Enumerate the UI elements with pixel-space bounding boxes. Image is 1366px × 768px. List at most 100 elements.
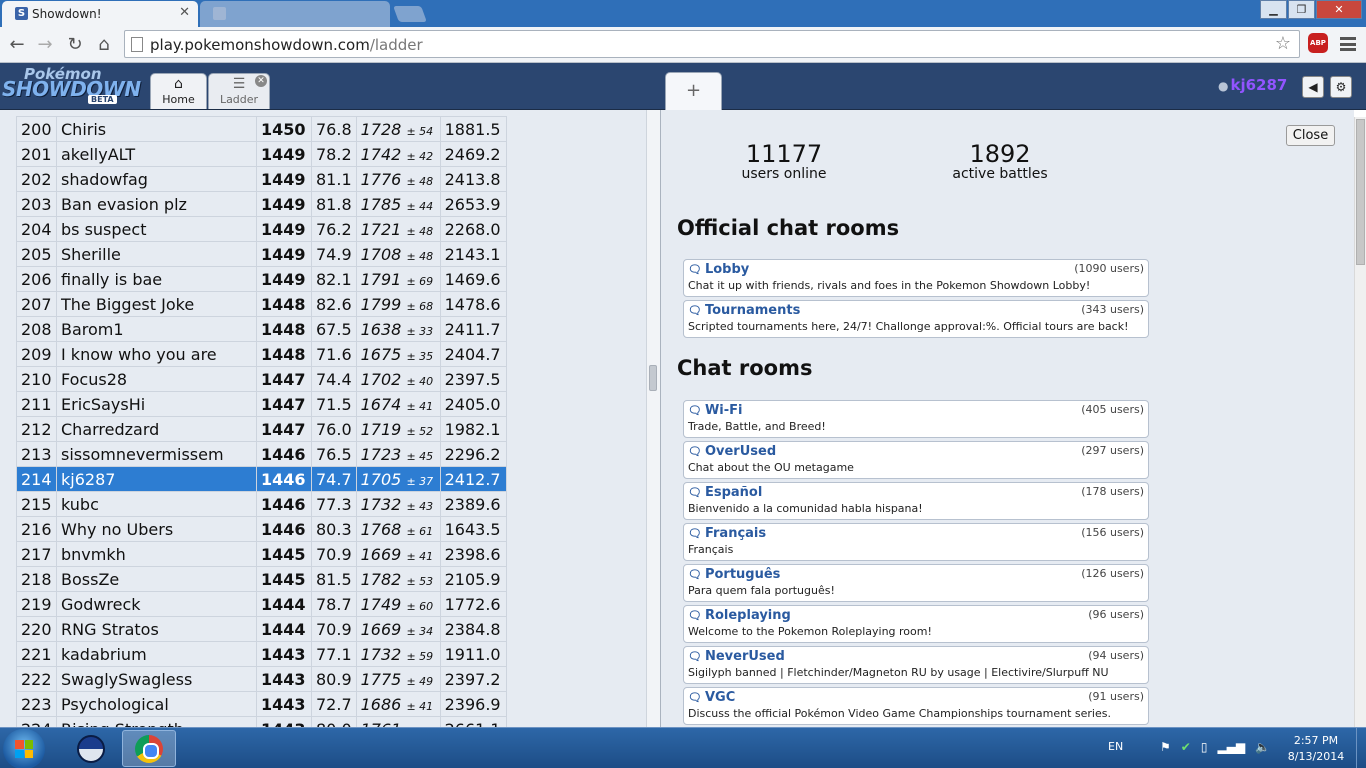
close-tab-icon[interactable]: ✕ bbox=[179, 5, 190, 20]
url-text[interactable]: play.pokemonshowdown.com/ladder bbox=[150, 36, 423, 54]
taskbar-pokeball-app[interactable] bbox=[64, 730, 118, 767]
ladder-row[interactable]: 214 kj6287 1446 74.7 1705 ± 37 2412.7 bbox=[16, 466, 507, 492]
user-button[interactable]: ● kj6287 bbox=[1218, 76, 1287, 94]
scrollbar-thumb[interactable] bbox=[1356, 119, 1365, 265]
player-name-cell[interactable]: BossZe bbox=[56, 566, 257, 592]
ladder-row[interactable]: 213 sissomnevermissem 1446 76.5 1723 ± 45 229… bbox=[16, 441, 507, 467]
tab-ladder[interactable]: ☰ Ladder ✕ bbox=[208, 73, 270, 109]
ladder-row[interactable]: 208 Barom1 1448 67.5 1638 ± 33 2411.7 bbox=[16, 316, 507, 342]
bookmark-star-icon[interactable]: ☆ bbox=[1275, 33, 1291, 54]
chat-room-vgc[interactable]: 🗨 VGC (91 users) Discuss the official Pokém… bbox=[683, 687, 1149, 725]
chat-room-roleplaying[interactable]: 🗨 Roleplaying (96 users) Welcome to the Pok… bbox=[683, 605, 1149, 643]
room-name[interactable]: 🗨 NeverUsed bbox=[688, 649, 785, 664]
room-name[interactable]: 🗨 VGC bbox=[688, 690, 735, 705]
ladder-row[interactable]: 212 Charredzard 1447 76.0 1719 ± 52 1982.1 bbox=[16, 416, 507, 442]
start-button[interactable] bbox=[3, 729, 45, 768]
forward-arrow-icon[interactable]: → bbox=[33, 33, 57, 57]
player-name-cell[interactable]: Chiris bbox=[56, 116, 257, 142]
ladder-row[interactable]: 220 RNG Stratos 1444 70.9 1669 ± 34 2384.8 bbox=[16, 616, 507, 642]
ladder-row[interactable]: 201 akellyALT 1449 78.2 1742 ± 42 2469.2 bbox=[16, 141, 507, 167]
ladder-row[interactable]: 218 BossZe 1445 81.5 1782 ± 53 2105.9 bbox=[16, 566, 507, 592]
chat-room-espa-ol[interactable]: 🗨 Español (178 users) Bienvenido a la comun… bbox=[683, 482, 1149, 520]
player-name-cell[interactable]: SwaglySwagless bbox=[56, 666, 257, 692]
new-room-tab-button[interactable]: + bbox=[665, 72, 722, 110]
player-name-cell[interactable]: Godwreck bbox=[56, 591, 257, 617]
taskbar-chrome-app[interactable] bbox=[122, 730, 176, 767]
player-name-cell[interactable]: kj6287 bbox=[56, 466, 257, 492]
main-scrollbar[interactable] bbox=[1354, 117, 1366, 727]
reload-icon[interactable]: ↻ bbox=[63, 33, 87, 57]
player-name-cell[interactable]: Ban evasion plz bbox=[56, 191, 257, 217]
close-tab-icon[interactable]: ✕ bbox=[255, 75, 267, 87]
ladder-row[interactable]: 219 Godwreck 1444 78.7 1749 ± 60 1772.6 bbox=[16, 591, 507, 617]
player-name-cell[interactable]: The Biggest Joke bbox=[56, 291, 257, 317]
chat-room-wi-fi[interactable]: 🗨 Wi-Fi (405 users) Trade, Battle, and Bree… bbox=[683, 400, 1149, 438]
window-close-icon[interactable]: ✕ bbox=[1316, 0, 1362, 19]
player-name-cell[interactable]: finally is bae bbox=[56, 266, 257, 292]
ladder-row[interactable]: 223 Psychological 1443 72.7 1686 ± 41 2396.9 bbox=[16, 691, 507, 717]
player-name-cell[interactable]: shadowfag bbox=[56, 166, 257, 192]
player-name-cell[interactable]: Barom1 bbox=[56, 316, 257, 342]
ladder-row[interactable]: 210 Focus28 1447 74.4 1702 ± 40 2397.5 bbox=[16, 366, 507, 392]
room-name[interactable]: 🗨 Lobby bbox=[688, 262, 749, 277]
player-name-cell[interactable]: bs suspect bbox=[56, 216, 257, 242]
ladder-row[interactable]: 206 finally is bae 1449 82.1 1791 ± 69 1469.6 bbox=[16, 266, 507, 292]
ladder-row[interactable]: 207 The Biggest Joke 1448 82.6 1799 ± 68 1478… bbox=[16, 291, 507, 317]
ladder-row[interactable]: 216 Why no Ubers 1446 80.3 1768 ± 61 1643.5 bbox=[16, 516, 507, 542]
ladder-row[interactable]: 222 SwaglySwagless 1443 80.9 1775 ± 49 2397.2 bbox=[16, 666, 507, 692]
clock[interactable]: 2:57 PM 8/13/2014 bbox=[1280, 733, 1352, 765]
address-bar[interactable]: play.pokemonshowdown.com/ladder ☆ bbox=[124, 30, 1300, 58]
ladder-row[interactable]: 203 Ban evasion plz 1449 81.8 1785 ± 44 2653.… bbox=[16, 191, 507, 217]
volume-icon[interactable]: 🔈 bbox=[1255, 740, 1270, 754]
ladder-row[interactable]: 217 bnvmkh 1445 70.9 1669 ± 41 2398.6 bbox=[16, 541, 507, 567]
room-name[interactable]: 🗨 Español bbox=[688, 485, 762, 500]
checkmark-icon[interactable]: ✔ bbox=[1181, 740, 1191, 754]
tab-home[interactable]: ⌂ Home bbox=[150, 73, 207, 109]
room-name[interactable]: 🗨 Wi-Fi bbox=[688, 403, 743, 418]
device-icon[interactable]: ▯ bbox=[1201, 740, 1208, 754]
room-name[interactable]: 🗨 OverUsed bbox=[688, 444, 776, 459]
player-name-cell[interactable]: Charredzard bbox=[56, 416, 257, 442]
player-name-cell[interactable]: Psychological bbox=[56, 691, 257, 717]
back-arrow-icon[interactable]: ← bbox=[5, 33, 29, 57]
player-name-cell[interactable]: Focus28 bbox=[56, 366, 257, 392]
room-name[interactable]: 🗨 Français bbox=[688, 526, 766, 541]
scrollbar-thumb[interactable] bbox=[649, 365, 657, 391]
close-button[interactable]: Close bbox=[1286, 125, 1335, 146]
ladder-row[interactable]: 209 I know who you are 1448 71.6 1675 ± 35 24… bbox=[16, 341, 507, 367]
player-name-cell[interactable]: Rising Strength bbox=[56, 716, 257, 727]
signal-icon[interactable]: ▂▄▆ bbox=[1217, 740, 1245, 754]
player-name-cell[interactable]: akellyALT bbox=[56, 141, 257, 167]
minimize-icon[interactable]: ▁ bbox=[1260, 0, 1287, 19]
chrome-menu-icon[interactable] bbox=[1340, 37, 1356, 51]
ladder-row[interactable]: 224Rising Strength144380.01761 ± 352661.… bbox=[16, 716, 507, 727]
chat-room-overused[interactable]: 🗨 OverUsed (297 users) Chat about the OU me… bbox=[683, 441, 1149, 479]
home-icon[interactable]: ⌂ bbox=[92, 33, 116, 57]
adblock-icon[interactable]: ABP bbox=[1308, 33, 1328, 53]
ladder-row[interactable]: 221 kadabrium 1443 77.1 1732 ± 59 1911.0 bbox=[16, 641, 507, 667]
player-name-cell[interactable]: bnvmkh bbox=[56, 541, 257, 567]
new-tab-button[interactable] bbox=[393, 6, 427, 22]
browser-tab-showdown[interactable]: S Showdown! ✕ bbox=[2, 1, 198, 27]
player-name-cell[interactable]: EricSaysHi bbox=[56, 391, 257, 417]
pane-scrollbar[interactable] bbox=[646, 110, 660, 727]
flag-icon[interactable]: ⚑ bbox=[1160, 740, 1171, 754]
browser-tab-background[interactable] bbox=[200, 1, 390, 27]
player-name-cell[interactable]: kadabrium bbox=[56, 641, 257, 667]
player-name-cell[interactable]: Why no Ubers bbox=[56, 516, 257, 542]
player-name-cell[interactable]: I know who you are bbox=[56, 341, 257, 367]
show-desktop-button[interactable] bbox=[1356, 728, 1366, 768]
chat-room-tournaments[interactable]: 🗨 Tournaments (343 users) Scripted tourname… bbox=[683, 300, 1149, 338]
player-name-cell[interactable]: sissomnevermissem bbox=[56, 441, 257, 467]
room-name[interactable]: 🗨 Tournaments bbox=[688, 303, 800, 318]
sound-icon[interactable]: ◀ bbox=[1302, 76, 1324, 98]
player-name-cell[interactable]: Sherille bbox=[56, 241, 257, 267]
ladder-row[interactable]: 204 bs suspect 1449 76.2 1721 ± 48 2268.0 bbox=[16, 216, 507, 242]
active-battles-stat[interactable]: 1892 active battles bbox=[941, 140, 1059, 182]
room-name[interactable]: 🗨 Português bbox=[688, 567, 780, 582]
ladder-row[interactable]: 202 shadowfag 1449 81.1 1776 ± 48 2413.8 bbox=[16, 166, 507, 192]
chat-room-portugu-s[interactable]: 🗨 Português (126 users) Para quem fala port… bbox=[683, 564, 1149, 602]
ladder-row[interactable]: 200 Chiris 1450 76.8 1728 ± 54 1881.5 bbox=[16, 116, 507, 142]
player-name-cell[interactable]: RNG Stratos bbox=[56, 616, 257, 642]
ladder-row[interactable]: 211 EricSaysHi 1447 71.5 1674 ± 41 2405.0 bbox=[16, 391, 507, 417]
